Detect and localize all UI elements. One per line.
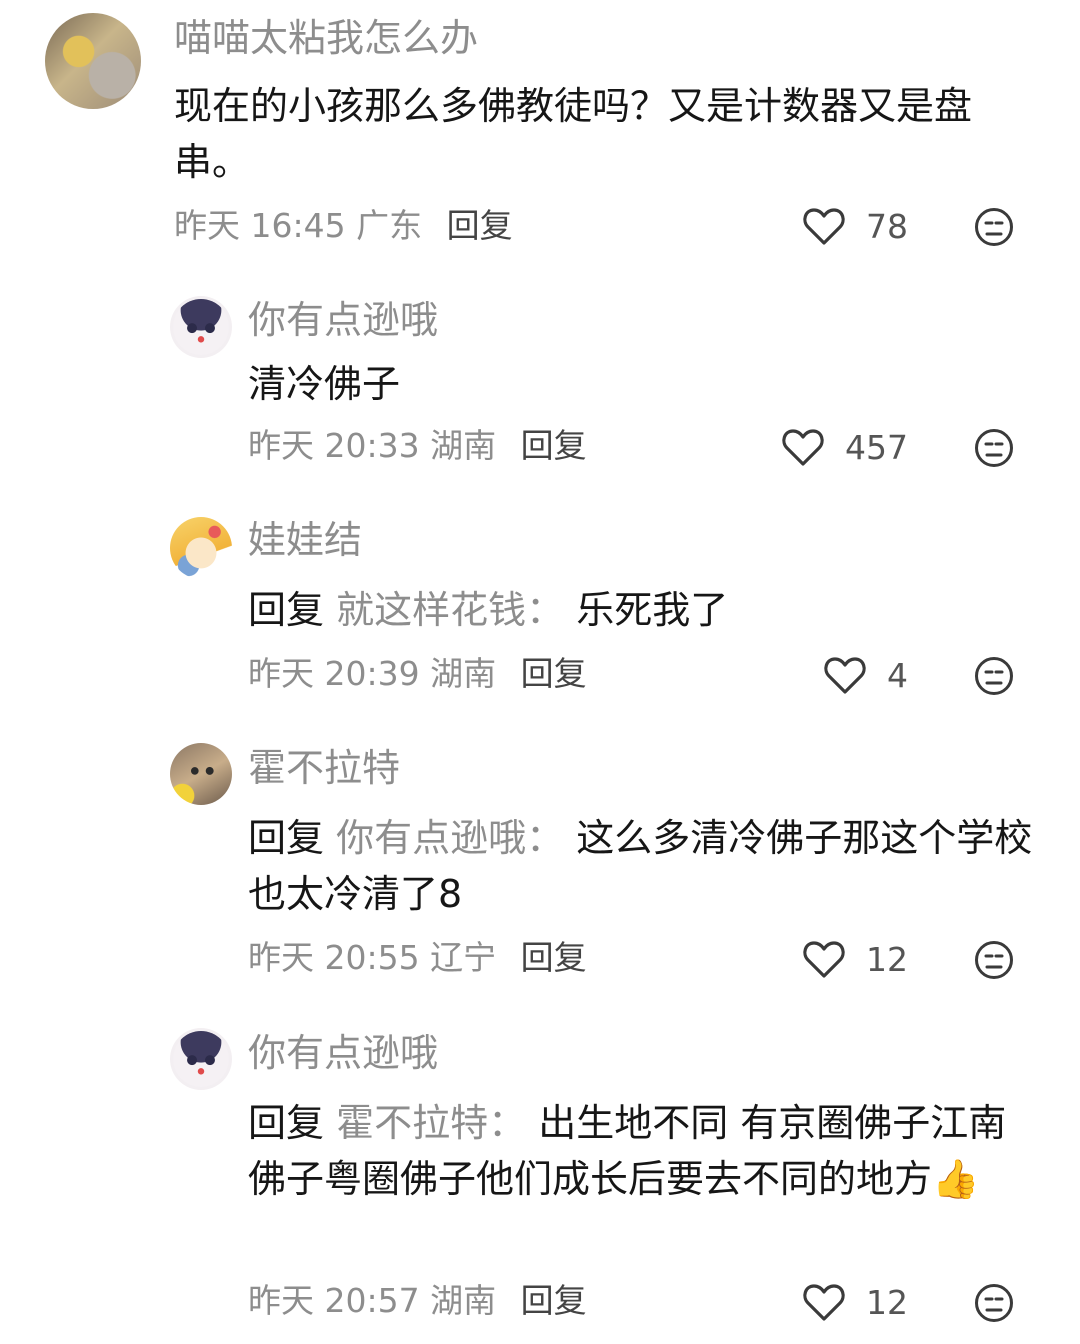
reply-target-username[interactable]: 就这样花钱： — [336, 588, 564, 632]
reply-button[interactable]: 回复 — [521, 938, 587, 977]
like-button[interactable]: 457 — [781, 427, 908, 467]
comment-body: 清冷佛子 — [248, 362, 401, 406]
comment-item: 喵喵太粘我怎么办 现在的小孩那么多佛教徒吗？又是计数器又是盘串。 昨天 16:4… — [0, 0, 1080, 270]
comment-location: 湖南 — [430, 1281, 497, 1320]
heart-outline-icon — [803, 941, 845, 978]
like-count: 457 — [845, 427, 908, 467]
comment-username[interactable]: 喵喵太粘我怎么办 — [174, 16, 478, 60]
like-count: 12 — [866, 1282, 908, 1322]
unimpressed-face-icon[interactable] — [974, 656, 1014, 696]
comment-text: 清冷佛子 — [248, 356, 1038, 412]
avatar[interactable] — [170, 517, 232, 579]
avatar[interactable] — [45, 13, 141, 109]
reply-button[interactable]: 回复 — [521, 654, 587, 693]
comment-time: 昨天 20:39 — [248, 654, 420, 693]
comment-text: 回复 你有点逊哦： 这么多清冷佛子那这个学校也太冷清了8 — [248, 810, 1038, 922]
comment-username[interactable]: 你有点逊哦 — [248, 298, 438, 342]
comment-meta: 昨天 16:45 广东 回复 — [174, 206, 513, 246]
comment-time: 昨天 20:57 — [248, 1281, 420, 1320]
comment-time: 昨天 16:45 — [174, 206, 346, 245]
comment-item: 霍不拉特 回复 你有点逊哦： 这么多清冷佛子那这个学校也太冷清了8 昨天 20:… — [0, 720, 1080, 1005]
unimpressed-face-icon[interactable] — [974, 428, 1014, 468]
like-button[interactable]: 4 — [823, 655, 908, 695]
comment-meta: 昨天 20:39 湖南 回复 — [248, 654, 587, 694]
comment-meta: 昨天 20:57 湖南 回复 — [248, 1281, 587, 1321]
like-button[interactable]: 78 — [802, 206, 908, 246]
comment-username[interactable]: 娃娃结 — [248, 518, 362, 562]
avatar[interactable] — [170, 1028, 232, 1090]
comment-location: 广东 — [356, 206, 423, 245]
reply-button[interactable]: 回复 — [521, 426, 587, 465]
comment-username[interactable]: 霍不拉特 — [248, 746, 400, 790]
like-count: 12 — [866, 939, 908, 979]
avatar[interactable] — [170, 743, 232, 805]
comment-item: 娃娃结 回复 就这样花钱： 乐死我了 昨天 20:39 湖南 回复 4 — [0, 490, 1080, 720]
reply-prefix: 回复 — [248, 816, 325, 860]
comment-item: 你有点逊哦 回复 霍不拉特： 出生地不同 有京圈佛子江南佛子粤圈佛子他们成长后要… — [0, 1005, 1080, 1344]
comment-location: 湖南 — [430, 654, 497, 693]
comment-meta: 昨天 20:33 湖南 回复 — [248, 426, 587, 466]
thumbs-up-emoji: 👍 — [932, 1157, 980, 1201]
like-button[interactable]: 12 — [802, 939, 908, 979]
reply-button[interactable]: 回复 — [447, 206, 513, 245]
comment-time: 昨天 20:33 — [248, 426, 420, 465]
comment-location: 辽宁 — [430, 938, 497, 977]
unimpressed-face-icon[interactable] — [974, 207, 1014, 247]
like-count: 4 — [887, 655, 908, 695]
heart-outline-icon — [803, 208, 845, 245]
comment-text: 回复 霍不拉特： 出生地不同 有京圈佛子江南佛子粤圈佛子他们成长后要去不同的地方… — [248, 1095, 1038, 1207]
heart-outline-icon — [803, 1284, 845, 1321]
reply-target-username[interactable]: 你有点逊哦： — [336, 816, 564, 860]
like-count: 78 — [866, 206, 908, 246]
unimpressed-face-icon[interactable] — [974, 940, 1014, 980]
comment-time: 昨天 20:55 — [248, 938, 420, 977]
avatar[interactable] — [170, 296, 232, 358]
reply-prefix: 回复 — [248, 1101, 325, 1145]
comment-username[interactable]: 你有点逊哦 — [248, 1031, 438, 1075]
comment-text: 回复 就这样花钱： 乐死我了 — [248, 582, 1038, 638]
comment-body: 乐死我了 — [576, 588, 729, 632]
reply-button[interactable]: 回复 — [521, 1281, 587, 1320]
like-button[interactable]: 12 — [802, 1282, 908, 1322]
comment-meta: 昨天 20:55 辽宁 回复 — [248, 938, 587, 978]
reply-prefix: 回复 — [248, 588, 325, 632]
comment-location: 湖南 — [430, 426, 497, 465]
heart-outline-icon — [782, 429, 824, 466]
unimpressed-face-icon[interactable] — [974, 1283, 1014, 1323]
comment-text: 现在的小孩那么多佛教徒吗？又是计数器又是盘串。 — [174, 78, 1024, 190]
comment-item: 你有点逊哦 清冷佛子 昨天 20:33 湖南 回复 457 — [0, 270, 1080, 490]
reply-target-username[interactable]: 霍不拉特： — [336, 1101, 526, 1145]
comment-body: 现在的小孩那么多佛教徒吗？又是计数器又是盘串。 — [174, 84, 973, 184]
heart-outline-icon — [824, 657, 866, 694]
